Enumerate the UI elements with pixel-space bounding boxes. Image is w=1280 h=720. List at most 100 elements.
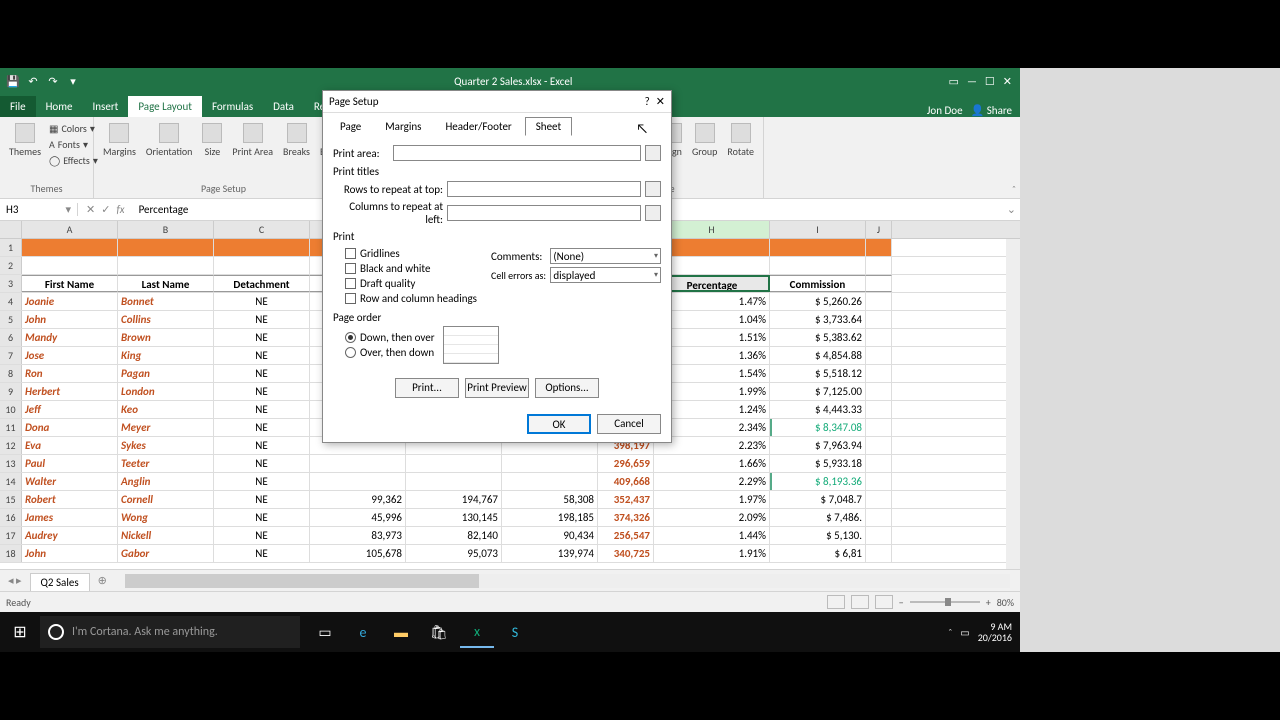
tab-insert[interactable]: Insert (83, 96, 129, 117)
row-header[interactable]: 7 (0, 347, 22, 364)
cortana-search[interactable]: I'm Cortana. Ask me anything. (40, 616, 300, 648)
themes-button[interactable]: Themes (6, 121, 44, 160)
zoom-in-button[interactable]: + (986, 596, 991, 609)
tray-clock[interactable]: 9 AM20/2016 (978, 621, 1012, 643)
sheet-nav[interactable]: ◂ ▸ (0, 574, 30, 587)
col-header-J[interactable]: J (866, 221, 892, 238)
row-header[interactable]: 12 (0, 437, 22, 454)
minimize-icon[interactable]: — (967, 75, 977, 88)
tab-file[interactable]: File (0, 96, 36, 117)
row-header[interactable]: 4 (0, 293, 22, 310)
ribbon-display-icon[interactable]: ▭ (949, 75, 959, 88)
dialog-help-icon[interactable]: ? (645, 95, 650, 108)
store-icon[interactable]: 🛍 (422, 616, 456, 648)
col-header-B[interactable]: B (118, 221, 214, 238)
zoom-level[interactable]: 80% (997, 596, 1014, 609)
dialog-tab-page[interactable]: Page (329, 117, 372, 136)
col-header-C[interactable]: C (214, 221, 310, 238)
print-area-button[interactable]: Print Area (229, 121, 276, 160)
colors-button[interactable]: ▦ Colors ▾ (48, 121, 99, 136)
row-header[interactable]: 9 (0, 383, 22, 400)
over-then-down-radio[interactable]: Over, then down (345, 346, 435, 359)
share-button[interactable]: 👤 Share (971, 104, 1012, 117)
start-button[interactable]: ⊞ (0, 622, 40, 642)
row-header[interactable]: 13 (0, 455, 22, 472)
horizontal-scrollbar[interactable] (125, 574, 1010, 588)
dialog-tab-sheet[interactable]: Sheet (525, 117, 572, 136)
row-header[interactable]: 11 (0, 419, 22, 436)
print-preview-button[interactable]: Print Preview (465, 378, 529, 398)
rotate-button[interactable]: Rotate (724, 121, 757, 160)
select-all-corner[interactable] (0, 221, 22, 238)
effects-button[interactable]: ◯ Effects ▾ (48, 153, 99, 168)
dialog-tab-header-footer[interactable]: Header/Footer (434, 117, 522, 136)
dialog-tab-margins[interactable]: Margins (374, 117, 432, 136)
print-button[interactable]: Print... (395, 378, 459, 398)
row-header[interactable]: 8 (0, 365, 22, 382)
print-area-picker[interactable] (645, 145, 661, 161)
row-header[interactable]: 17 (0, 527, 22, 544)
close-window-icon[interactable]: ✕ (1003, 75, 1012, 88)
size-button[interactable]: Size (199, 121, 225, 160)
zoom-out-button[interactable]: − (899, 596, 904, 609)
col-header-I[interactable]: I (770, 221, 866, 238)
page-layout-view-button[interactable] (851, 595, 869, 609)
cancel-button[interactable]: Cancel (597, 414, 661, 434)
print-area-input[interactable] (393, 145, 641, 161)
options-button[interactable]: Options... (535, 378, 599, 398)
maximize-icon[interactable]: ☐ (985, 75, 995, 88)
task-view-icon[interactable]: ▭ (308, 616, 342, 648)
group-button[interactable]: Group (689, 121, 720, 160)
edge-icon[interactable]: e (346, 616, 380, 648)
comments-select[interactable]: (None)▾ (550, 248, 661, 264)
redo-icon[interactable]: ↷ (46, 74, 60, 88)
sheet-tab-q2-sales[interactable]: Q2 Sales (30, 573, 90, 591)
zoom-slider[interactable] (910, 601, 980, 603)
down-then-over-radio[interactable]: Down, then over (345, 331, 435, 344)
expand-formula-bar-icon[interactable]: ⌄ (1003, 203, 1020, 216)
new-sheet-button[interactable]: ⊕ (90, 574, 115, 587)
undo-icon[interactable]: ↶ (26, 74, 40, 88)
row-header[interactable]: 18 (0, 545, 22, 562)
collapse-ribbon-icon[interactable]: ˆ (1012, 183, 1016, 196)
gridlines-check[interactable]: Gridlines (345, 247, 491, 260)
row-header[interactable]: 10 (0, 401, 22, 418)
breaks-button[interactable]: Breaks (280, 121, 313, 160)
cancel-formula-icon[interactable]: ✕ (86, 203, 95, 216)
tab-home[interactable]: Home (36, 96, 83, 117)
file-explorer-icon[interactable]: ▬ (384, 616, 418, 648)
row-header[interactable]: 2 (0, 257, 22, 274)
row-header[interactable]: 5 (0, 311, 22, 328)
orientation-button[interactable]: Orientation (143, 121, 196, 160)
cols-repeat-input[interactable] (447, 205, 641, 221)
tab-page-layout[interactable]: Page Layout (128, 96, 202, 117)
vertical-scrollbar[interactable] (1006, 239, 1020, 569)
save-icon[interactable]: 💾 (6, 74, 20, 88)
black-white-check[interactable]: Black and white (345, 262, 491, 275)
excel-taskbar-icon[interactable]: x (460, 616, 494, 648)
row-col-headings-check[interactable]: Row and column headings (345, 292, 491, 305)
fx-icon[interactable]: fx (116, 203, 124, 216)
rows-repeat-input[interactable] (447, 181, 641, 197)
dialog-close-icon[interactable]: ✕ (656, 95, 665, 108)
skype-icon[interactable]: S (498, 616, 532, 648)
tray-network-icon[interactable]: ▭ (960, 626, 969, 639)
draft-quality-check[interactable]: Draft quality (345, 277, 491, 290)
tab-formulas[interactable]: Formulas (202, 96, 263, 117)
enter-formula-icon[interactable]: ✓ (101, 203, 110, 216)
fonts-button[interactable]: A Fonts ▾ (48, 137, 99, 152)
row-header[interactable]: 3 (0, 275, 22, 292)
tab-data[interactable]: Data (263, 96, 304, 117)
row-header[interactable]: 16 (0, 509, 22, 526)
name-box[interactable]: H3▾ (0, 203, 78, 216)
row-header[interactable]: 14 (0, 473, 22, 490)
normal-view-button[interactable] (827, 595, 845, 609)
row-header[interactable]: 6 (0, 329, 22, 346)
col-header-A[interactable]: A (22, 221, 118, 238)
cell-errors-select[interactable]: displayed▾ (550, 267, 661, 283)
row-header[interactable]: 1 (0, 239, 22, 256)
margins-button[interactable]: Margins (100, 121, 139, 160)
rows-repeat-picker[interactable] (645, 181, 661, 197)
cols-repeat-picker[interactable] (645, 205, 661, 221)
qat-customize-icon[interactable]: ▾ (66, 74, 80, 88)
